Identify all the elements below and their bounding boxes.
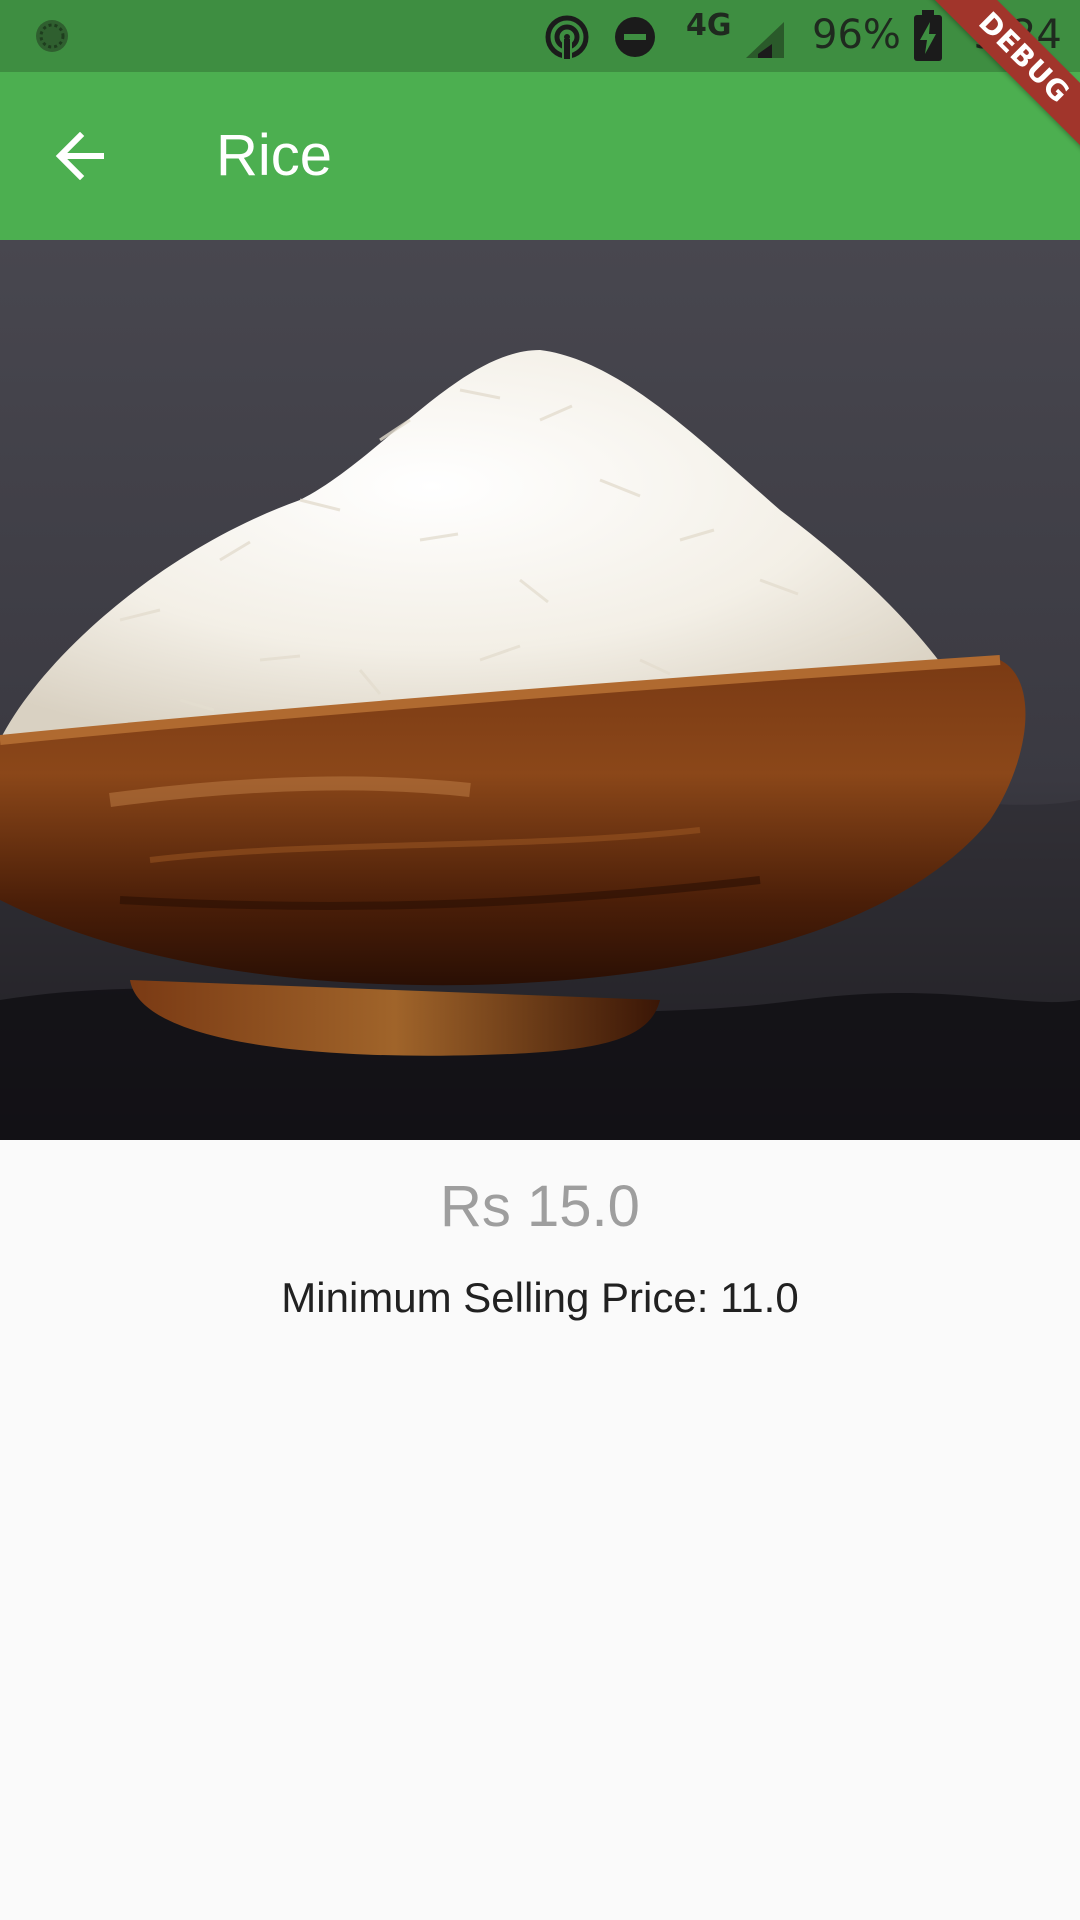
notification-icon bbox=[36, 20, 68, 52]
battery-charging-icon bbox=[914, 10, 942, 61]
status-bar: 4G 96% 9:24 bbox=[0, 0, 1080, 72]
minimum-selling-price: Minimum Selling Price: 11.0 bbox=[281, 1274, 799, 1321]
do-not-disturb-icon bbox=[615, 17, 655, 57]
hotspot-icon bbox=[545, 15, 589, 60]
back-button[interactable] bbox=[40, 116, 120, 196]
app-bar: Rice bbox=[0, 72, 1080, 240]
signal-icon bbox=[746, 22, 784, 58]
arrow-back-icon bbox=[55, 132, 104, 180]
page-title: Rice bbox=[216, 123, 333, 188]
network-type-label: 4G bbox=[686, 8, 732, 43]
rice-bowl-image bbox=[0, 240, 1080, 1140]
product-price: Rs 15.0 bbox=[440, 1174, 640, 1239]
screen: 4G 96% 9:24 DEBUG Rice bbox=[0, 0, 1080, 1920]
battery-percent: 96% bbox=[812, 12, 901, 58]
